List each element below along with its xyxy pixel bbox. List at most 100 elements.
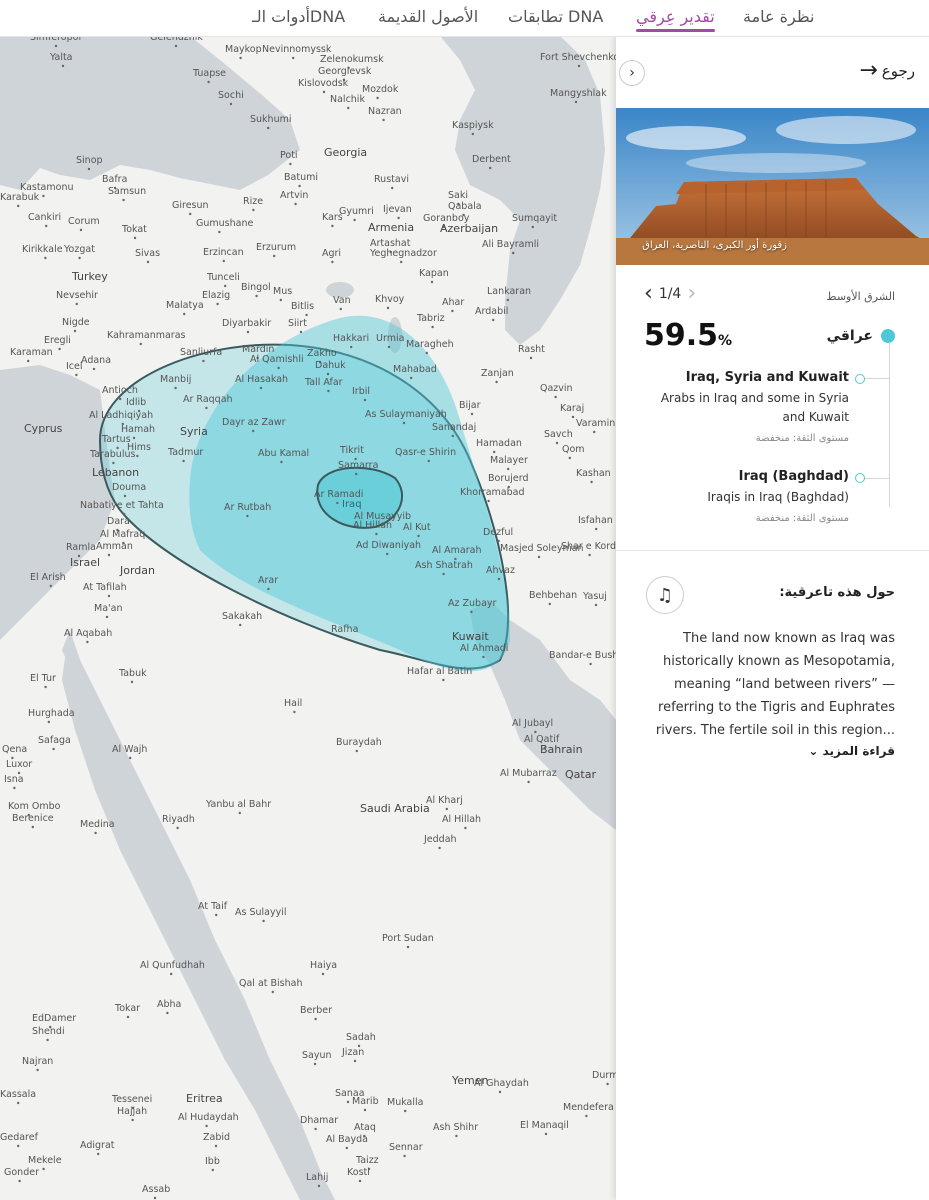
city-label: At Taif — [198, 901, 228, 912]
city-dot — [464, 826, 467, 830]
tab-ancient-origins[interactable]: الأصول القديمة — [378, 7, 478, 26]
city-dot — [451, 434, 454, 438]
city-label: Gumushane — [196, 218, 253, 229]
city-label: Kashan — [576, 468, 611, 479]
city-label: Ali Bayramli — [482, 239, 539, 250]
city-label: Buraydah — [336, 737, 382, 748]
tab-dna-matches[interactable]: تطابقات DNA — [508, 7, 603, 26]
collapse-panel-button[interactable]: › — [619, 60, 645, 86]
city-dot — [577, 64, 581, 68]
city-dot — [47, 720, 50, 724]
city-label: Hajjah — [117, 1106, 147, 1117]
city-dot — [107, 594, 111, 598]
city-label: Saki — [448, 190, 468, 201]
chevron-right-icon[interactable]: › — [687, 283, 696, 305]
city-label: Georgievsk — [318, 66, 372, 77]
city-label: Artvin — [280, 190, 308, 201]
city-dot — [122, 198, 125, 202]
city-dot — [589, 662, 592, 666]
city-dot — [44, 256, 47, 260]
city-dot — [92, 367, 96, 371]
city-label: Hakkari — [333, 333, 369, 344]
tab-ethnicity-estimate[interactable]: تقدير عِرقي — [636, 7, 715, 32]
city-label: Gonder — [4, 1167, 39, 1178]
city-label: Gyumri — [339, 206, 374, 217]
city-label: Ijevan — [383, 204, 412, 215]
city-label: Borujerd — [488, 473, 529, 484]
city-dot — [139, 342, 142, 346]
city-dot — [594, 603, 598, 607]
city-dot — [17, 204, 20, 208]
city-label: Jeddah — [423, 834, 457, 845]
city-dot — [313, 1062, 317, 1066]
city-dot — [403, 1154, 406, 1158]
region-pager: ‹ 1/4 › — [644, 283, 696, 305]
city-dot — [358, 1179, 362, 1183]
city-dot — [353, 1059, 357, 1063]
city-label: Dara — [107, 516, 130, 527]
city-dot — [170, 972, 173, 976]
city-label: Taizz — [355, 1155, 379, 1166]
city-dot — [87, 167, 91, 171]
city-label: Van — [333, 295, 351, 306]
city-label: Mangyshlak — [550, 88, 607, 99]
tab-dna-tools[interactable]: أدوات الـDNA — [252, 7, 345, 26]
city-dot — [571, 415, 575, 419]
city-label: Tuapse — [192, 68, 226, 79]
tab-label: الأصول القديمة — [378, 7, 479, 26]
city-label: Karaman — [10, 347, 53, 358]
tab-overview[interactable]: نظرة عامة — [743, 7, 814, 26]
city-dot — [132, 436, 136, 440]
arrow-right-icon: → — [859, 58, 878, 83]
city-dot — [574, 100, 578, 104]
city-dot — [495, 380, 498, 384]
read-more-link[interactable]: قراءة المزيد ⌄ — [808, 744, 895, 758]
tree-branch — [863, 478, 889, 479]
city-dot — [431, 325, 434, 329]
music-note-icon[interactable]: ♫ — [646, 576, 684, 614]
city-dot — [229, 102, 233, 106]
city-label: Al Ladhiqiyah — [89, 410, 153, 421]
city-dot — [107, 553, 111, 557]
city-label: Fort Shevchenko — [540, 52, 616, 63]
city-dot — [246, 514, 249, 518]
city-dot — [298, 184, 301, 188]
city-dot — [347, 106, 350, 110]
city-label: Giresun — [172, 200, 209, 211]
city-label: Varamin — [576, 418, 615, 429]
city-label: Abu Kamal — [258, 448, 309, 459]
city-label: Ash Shatrah — [415, 560, 473, 571]
city-label: Nabatiye et Tahta — [80, 500, 164, 511]
city-dot — [544, 1132, 548, 1136]
city-dot — [205, 406, 208, 410]
city-label: Qena — [2, 744, 27, 755]
subregion-iraq-baghdad[interactable]: Iraq (Baghdad) Iraqis in Iraq (Baghdad) … — [639, 469, 849, 524]
photo-caption: زقورة أور الكبرى، الناصرية، العراق — [642, 240, 787, 251]
chevron-left-icon[interactable]: ‹ — [644, 283, 653, 305]
city-label: Zabid — [203, 1132, 230, 1143]
city-dot — [543, 746, 546, 750]
city-label: Nazran — [368, 106, 402, 117]
city-dot — [42, 1167, 45, 1171]
confidence-level: مستوى الثقة: منخفضة — [755, 513, 849, 524]
subregion-iraq-syria-kuwait[interactable]: Iraq, Syria and Kuwait Arabs in Iraq and… — [639, 370, 849, 444]
ethnicity-detail-panel: › رجوع → زقورة أور الكبرى، الناصرية، الع… — [616, 36, 929, 1200]
city-label: Diyarbakir — [222, 318, 271, 329]
city-label: Tikrit — [339, 445, 364, 456]
city-label: Kahramanmaras — [107, 330, 186, 341]
city-dot — [376, 96, 379, 100]
city-label: Berenice — [12, 813, 54, 824]
city-dot — [470, 610, 473, 614]
city-label: Masjed Soleyman — [500, 543, 584, 554]
city-dot — [417, 534, 420, 538]
city-label: Assab — [142, 1184, 170, 1195]
ethnicity-map[interactable]: Georgia Armenia Azerbaijan Turkey Syria … — [0, 36, 616, 1200]
city-dot — [202, 359, 205, 363]
city-label: Qazvin — [540, 383, 573, 394]
city-label: Qabala — [448, 201, 482, 212]
city-label: Al Qunfudhah — [140, 960, 205, 971]
city-dot — [497, 539, 500, 543]
city-dot — [52, 747, 55, 751]
back-button[interactable]: رجوع → — [859, 58, 915, 83]
city-dot — [222, 259, 225, 263]
